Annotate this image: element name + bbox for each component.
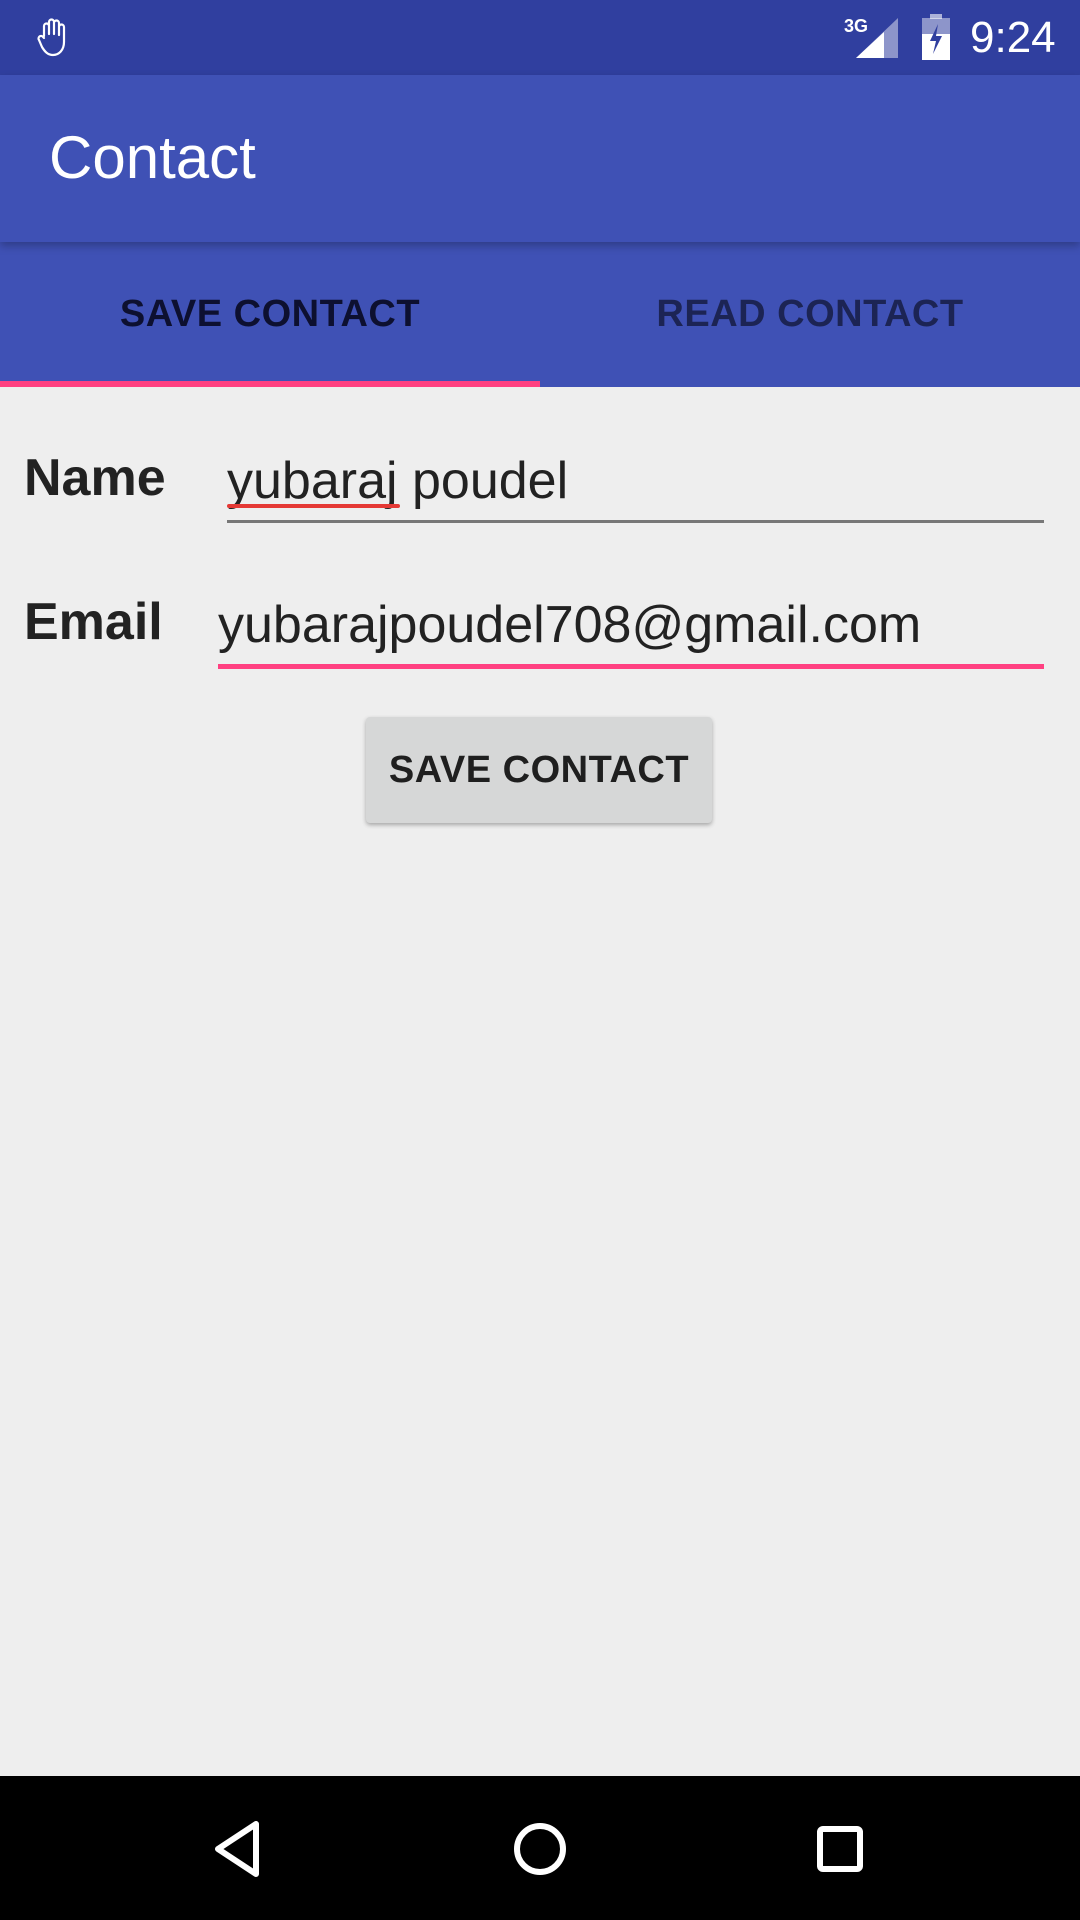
battery-icon: [922, 14, 950, 60]
name-field-underline: [227, 520, 1044, 523]
navigation-bar: [0, 1776, 1080, 1920]
tab-bar: SAVE CONTACT READ CONTACT: [0, 242, 1080, 387]
tab-save-contact[interactable]: SAVE CONTACT: [0, 242, 540, 387]
email-label: Email: [24, 593, 163, 651]
network-type-label: 3G: [844, 16, 868, 36]
recent-apps-icon[interactable]: [790, 1798, 890, 1898]
app-bar: Contact: [0, 75, 1080, 242]
name-field-container: [227, 446, 1044, 523]
tab-read-contact[interactable]: READ CONTACT: [540, 242, 1080, 387]
name-label: Name: [24, 449, 166, 507]
back-icon[interactable]: [190, 1798, 290, 1898]
email-field-container: [218, 590, 1044, 669]
page-title: Contact: [49, 124, 256, 191]
tab-indicator: [0, 381, 540, 387]
status-bar: 3G 9:24: [0, 0, 1080, 75]
email-field-underline: [218, 664, 1044, 669]
save-contact-button[interactable]: SAVE CONTACT: [366, 717, 712, 823]
hand-icon: [37, 18, 66, 57]
home-icon[interactable]: [490, 1798, 590, 1898]
spellcheck-underline: [227, 504, 400, 508]
signal-icon: 3G: [844, 16, 898, 58]
status-clock: 9:24: [970, 13, 1056, 62]
email-field[interactable]: [218, 590, 1044, 660]
